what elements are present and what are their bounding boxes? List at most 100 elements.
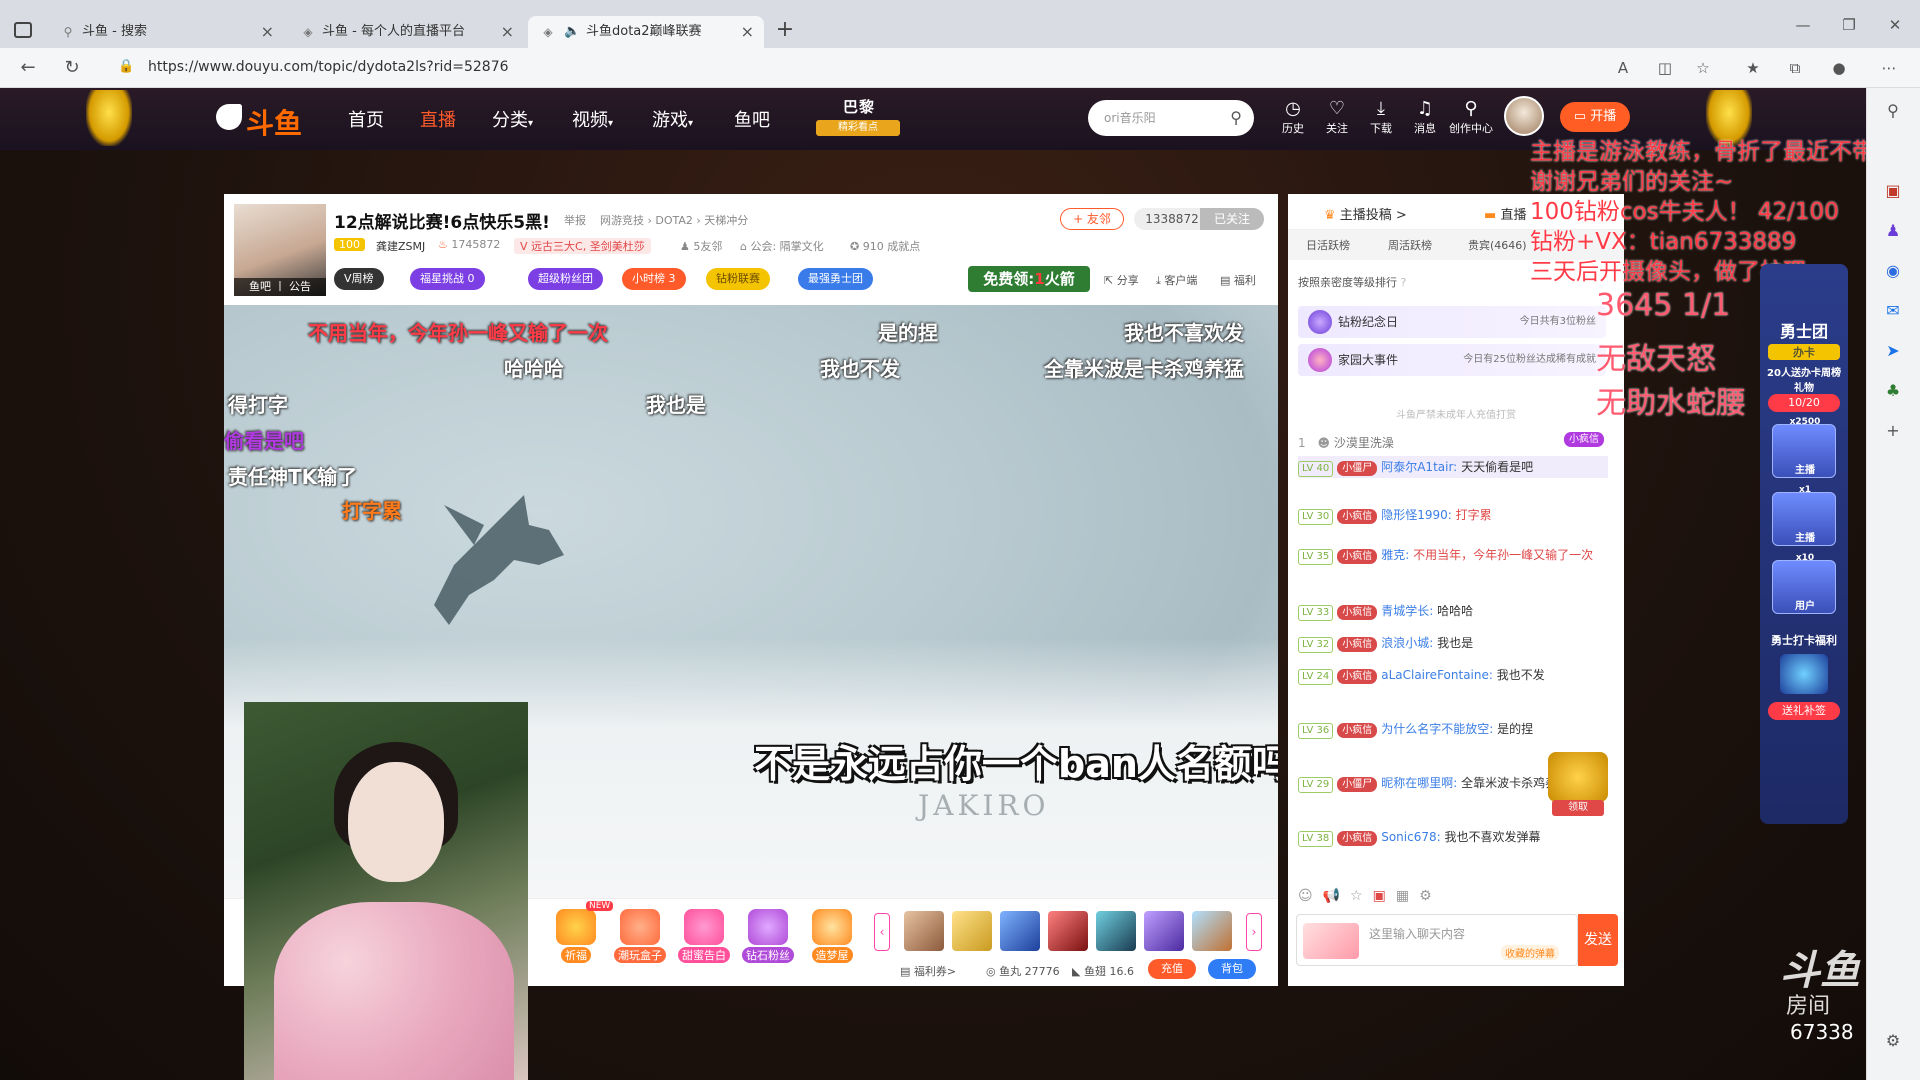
restore-button[interactable]: ❐ [1826,16,1872,34]
close-window-button[interactable]: ✕ [1872,16,1918,34]
favorites-icon[interactable]: ★ [1740,56,1766,80]
treasure-chest-icon[interactable] [1548,752,1608,802]
badge-weekly[interactable]: V周榜 [334,268,384,290]
close-icon[interactable]: × [741,16,754,48]
gift-sweet-confession[interactable]: 甜蜜告白 [678,909,730,963]
back-icon[interactable]: ← [14,56,42,80]
notice-diamond-anniversary[interactable]: 钻粉纪念日 今日共有3位粉丝 [1298,306,1606,338]
notice-home-event[interactable]: 家园大事件 今日有25位粉丝达成稀有成就 [1298,344,1606,376]
chat-message[interactable]: LV 40 小僵尸 阿泰尔A1tair: 天天偷看是吧 [1298,456,1608,478]
nav-yuba[interactable]: 鱼吧 [734,106,770,132]
gift-item[interactable] [904,911,944,951]
minimize-button[interactable]: — [1780,16,1826,34]
nav-download[interactable]: ⤓ 下载 [1358,98,1404,136]
split-view-icon[interactable]: ◫ [1652,56,1678,80]
shopping-icon[interactable]: ▣ [1880,178,1906,204]
profile-icon[interactable]: ● [1826,56,1852,80]
outlook-icon[interactable]: ✉ [1880,298,1906,324]
gift-pray[interactable]: 祈福 [550,909,602,963]
sign-in-button[interactable]: 送礼补签 [1768,702,1840,720]
gift-item[interactable] [952,911,992,951]
nav-game[interactable]: 游戏▾ [652,106,693,132]
favorite-add-icon[interactable]: ☆ [1690,56,1716,80]
report-link[interactable]: 举报 [564,212,586,228]
live-tab[interactable]: ▬ 直播 [1484,204,1526,223]
friends-count[interactable]: ♟ 5友邻 [680,238,722,254]
sidebar-toggle-icon[interactable] [14,22,32,38]
nav-video[interactable]: 视频▾ [572,106,613,132]
gift-item[interactable] [1096,911,1136,951]
gift-item[interactable] [1192,911,1232,951]
treasure-claim-button[interactable]: 领取 [1552,800,1604,816]
tab-daily-active[interactable]: 日活跃榜 [1306,237,1350,253]
chat-message[interactable]: LV 24 小疯信 aLaClaireFontaine: 我也不发 [1298,664,1608,686]
badge-diamond-league[interactable]: 钻粉联赛 [706,268,770,290]
new-tab-button[interactable]: + [770,16,800,46]
settings-icon[interactable]: ⚙ [1880,1028,1906,1054]
gift-toy-box[interactable]: 潮玩盒子 [614,909,666,963]
honor-tag[interactable]: V 远古三大C, 圣剑美杜莎 [514,238,651,254]
url-input[interactable]: https://www.douyu.com/topic/dydota2ls?ri… [148,55,509,79]
user-avatar[interactable] [1504,96,1544,136]
badge-lucky-challenge[interactable]: 福星挑战 0 [410,268,485,290]
nav-creator[interactable]: ⚲ 创作中心 [1448,98,1494,136]
tab-weekly-active[interactable]: 周活跃榜 [1388,237,1432,253]
fan-card-icon[interactable] [1303,923,1359,959]
send-button[interactable]: 发送 [1578,914,1618,966]
achievement-points[interactable]: ✪ 910 成就点 [850,238,920,254]
checkin-icon[interactable] [1780,654,1828,694]
tab-vip[interactable]: 贵宾(4646) [1468,237,1527,253]
welfare-coupon-link[interactable]: ▤ 福利券> [900,963,956,979]
nav-live[interactable]: 直播 [420,106,456,132]
welfare-button[interactable]: ▤ 福利 [1220,272,1256,288]
more-icon[interactable]: ⋯ [1876,56,1902,80]
chat-message[interactable]: LV 33 小疯信 青城学长: 哈哈哈 [1298,600,1608,622]
avatar-caption[interactable]: 鱼吧 丨 公告 [234,278,326,296]
browser-tab-search[interactable]: ⚲ 斗鱼 - 搜索 × [48,16,284,48]
badge-super-fans[interactable]: 超级粉丝团 [528,268,603,290]
nav-home[interactable]: 首页 [348,106,384,132]
widget-card-anchor[interactable]: x2500 主播 [1772,417,1836,478]
followed-button[interactable]: 已关注 [1200,208,1264,230]
chat-message[interactable]: LV 36 小疯信 为什么名字不能放空: 是的捏 [1298,718,1608,740]
major-sub[interactable]: 精彩看点 [816,120,900,136]
image-icon[interactable]: ▦ [1396,888,1419,904]
streamer-avatar[interactable]: 鱼吧 丨 公告 [234,204,326,296]
fan-icon[interactable]: ▣ [1373,888,1396,904]
anchor-posts-tab[interactable]: ♛ 主播投稿 > [1324,204,1407,223]
search-icon[interactable]: ⚲ [1230,100,1242,136]
badge-warrior-group[interactable]: 最强勇士团 [798,268,873,290]
read-aloud-icon[interactable]: A [1610,56,1636,80]
rocket-gift-icon[interactable] [1000,911,1040,951]
browser-tab-home[interactable]: ◈ 斗鱼 - 每个人的直播平台 × [288,16,524,48]
share-button[interactable]: ⇱ 分享 [1104,272,1139,288]
gift-prev-arrow[interactable]: ‹ [874,913,890,951]
lock-icon[interactable]: 🔒 [118,55,134,79]
add-friend-button[interactable]: + 友邻 [1060,208,1124,230]
gift-dream-house[interactable]: 造梦屋 [806,909,858,963]
start-stream-button[interactable]: ▭ 开播 [1560,102,1630,132]
nav-message[interactable]: ♫ 消息 [1402,98,1448,136]
backpack-button[interactable]: 背包 [1208,959,1256,979]
search-input[interactable]: ori音乐阳 ⚲ [1088,100,1254,136]
badge-hourly-rank[interactable]: 小时榜 3 [622,268,686,290]
gear-icon[interactable]: ⚙ [1419,888,1442,904]
tree-icon[interactable]: ♣ [1880,378,1906,404]
chat-message[interactable]: LV 30 小疯信 隐形怪1990: 打字累 [1298,504,1608,526]
search-icon[interactable]: ⚲ [1880,98,1906,124]
refresh-icon[interactable]: ↻ [58,56,86,80]
warrior-widget[interactable]: 勇士团 办卡 20人送办卡周榜礼物 10/20 x2500 主播 x1 主播 x… [1760,264,1848,824]
chat-input[interactable]: 这里输入聊天内容 收藏的弹幕 [1296,914,1578,966]
gift-item[interactable] [1048,911,1088,951]
speaker-icon[interactable]: 🔈 [564,16,580,48]
close-icon[interactable]: × [501,16,514,48]
gift-item[interactable] [1144,911,1184,951]
chat-message[interactable]: LV 32 小疯信 浪浪小城: 我也是 [1298,632,1608,654]
star-icon[interactable]: ☆ [1350,888,1373,904]
recharge-button[interactable]: 充值 [1148,959,1196,979]
free-rocket-button[interactable]: 免费领:1火箭 [968,266,1090,292]
emoji-icon[interactable]: ☺ [1298,888,1323,904]
gift-next-arrow[interactable]: › [1246,913,1262,951]
saved-danmaku-tag[interactable]: 收藏的弹幕 [1501,945,1559,960]
gift-diamond-fan[interactable]: 钻石粉丝 [742,909,794,963]
